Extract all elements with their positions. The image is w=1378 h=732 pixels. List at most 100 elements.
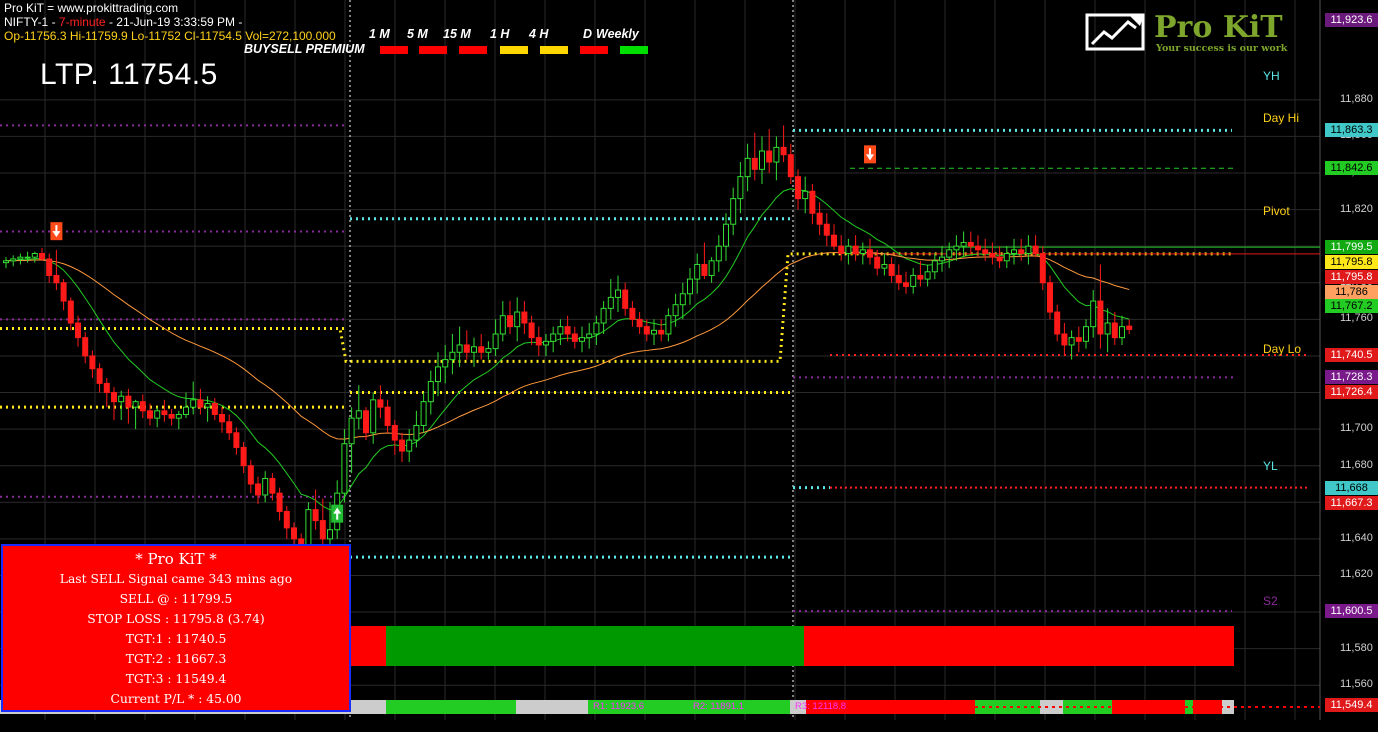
candle-body-bull xyxy=(543,340,549,346)
candle xyxy=(1018,238,1025,261)
candle xyxy=(1083,319,1089,349)
candle xyxy=(46,253,53,283)
candle xyxy=(24,251,31,263)
price-level-badge: 11,923.6 xyxy=(1325,13,1378,28)
candle-body-bull xyxy=(17,256,24,260)
candle-body-bear xyxy=(838,245,845,254)
candle xyxy=(903,271,909,294)
candle-body-bull xyxy=(708,260,715,276)
tf-label-5m: 5 M xyxy=(407,27,428,41)
candle-body-bear xyxy=(528,322,535,339)
datetime-label: - 21-Jun-19 3:33:59 PM - xyxy=(108,15,243,29)
candle-body-bear xyxy=(1061,333,1068,346)
candle-body-bear xyxy=(751,157,758,170)
candle-body-bull xyxy=(881,263,888,269)
price-tick-label: 11,620 xyxy=(1340,568,1373,581)
price-level-badge: 11,728.3 xyxy=(1325,370,1378,385)
buy-signal-arrow xyxy=(331,504,344,523)
candle xyxy=(867,238,873,265)
candle-body-bear xyxy=(125,395,132,408)
candle xyxy=(175,410,182,430)
candle-body-bear xyxy=(888,263,895,276)
candle xyxy=(211,398,218,420)
candle xyxy=(1075,326,1082,353)
candle xyxy=(528,315,535,345)
candle xyxy=(629,301,636,327)
candle xyxy=(809,183,816,225)
tf-status-1h xyxy=(500,46,528,54)
candle-body-bull xyxy=(773,146,780,163)
candle-body-bear xyxy=(643,326,650,335)
candle-body-bull xyxy=(435,366,441,383)
status-band-buy xyxy=(386,626,804,666)
candle-body-bear xyxy=(766,150,773,163)
candle xyxy=(982,238,989,261)
candle xyxy=(816,202,823,236)
candle-body-bear xyxy=(823,223,830,236)
candle-body-bull xyxy=(1025,245,1032,254)
candle xyxy=(435,352,441,397)
info-target-1: TGT:1 : 11740.5 xyxy=(125,632,227,646)
candle xyxy=(226,414,233,441)
candle-body-bear xyxy=(384,406,391,426)
tf-label-4h: 4 H xyxy=(529,27,549,41)
candle-body-bear xyxy=(535,337,542,346)
candle xyxy=(823,213,830,247)
candle xyxy=(787,143,794,184)
candle xyxy=(132,399,139,430)
candle-body-bull xyxy=(723,223,729,247)
candle-body-bull xyxy=(370,399,377,434)
arrow-shaft xyxy=(869,148,871,156)
candle-body-bull xyxy=(31,252,38,258)
candle-body-bear xyxy=(168,413,175,419)
candle-body-bull xyxy=(190,399,197,408)
ohlc-readout: Op-11756.3 Hi-11759.9 Lo-11752 Cl-11754.… xyxy=(4,29,336,43)
price-level-badge: 11,767.2 xyxy=(1325,299,1378,314)
candle xyxy=(399,432,405,463)
price-level-badge: 11,795.8 xyxy=(1325,255,1378,270)
candle xyxy=(111,387,117,420)
price-tick-label: 11,560 xyxy=(1340,678,1373,691)
candle xyxy=(60,279,67,311)
candle-body-bear xyxy=(478,346,485,353)
candle xyxy=(607,279,614,320)
candlesticks[interactable] xyxy=(3,125,1133,567)
candle-body-bull xyxy=(420,401,427,426)
candle xyxy=(730,187,737,236)
candle xyxy=(384,399,391,433)
candle-body-bull xyxy=(262,478,269,496)
candle-body-bull xyxy=(679,293,686,306)
candle xyxy=(456,326,463,367)
candle xyxy=(31,251,38,263)
candle xyxy=(1126,319,1133,334)
candle-body-bull xyxy=(600,307,607,324)
candle xyxy=(1104,308,1111,353)
arrow-shaft xyxy=(55,225,58,233)
candle-body-bear xyxy=(60,282,67,302)
candle-body-bear xyxy=(269,478,276,494)
candle xyxy=(687,268,693,305)
candle-body-bear xyxy=(989,252,996,258)
info-current-pl: Current P/L * : 45.00 xyxy=(110,692,242,706)
tf-label-1m: 1 M xyxy=(369,27,390,41)
candle xyxy=(3,257,9,269)
level-tag-yl: YL xyxy=(1263,459,1278,473)
candle-body-bull xyxy=(651,329,657,335)
arrow-shaft xyxy=(336,512,339,520)
candle-body-bear xyxy=(831,234,837,247)
candle xyxy=(723,213,729,261)
price-level-badge: 11,668 xyxy=(1325,480,1378,495)
candle-body-bear xyxy=(521,311,528,324)
tf-status-1m xyxy=(380,46,408,54)
candle-body-bear xyxy=(874,256,881,269)
candle xyxy=(701,242,708,280)
candle xyxy=(802,176,809,214)
candle-body-bull xyxy=(183,406,189,415)
candle xyxy=(53,249,60,291)
candle-body-bear xyxy=(103,382,110,394)
info-target-2: TGT:2 : 11667.3 xyxy=(125,652,227,666)
candle xyxy=(845,238,852,265)
candle xyxy=(348,407,355,474)
candle-body-bear xyxy=(967,242,974,247)
candle-body-bear xyxy=(1018,249,1025,254)
